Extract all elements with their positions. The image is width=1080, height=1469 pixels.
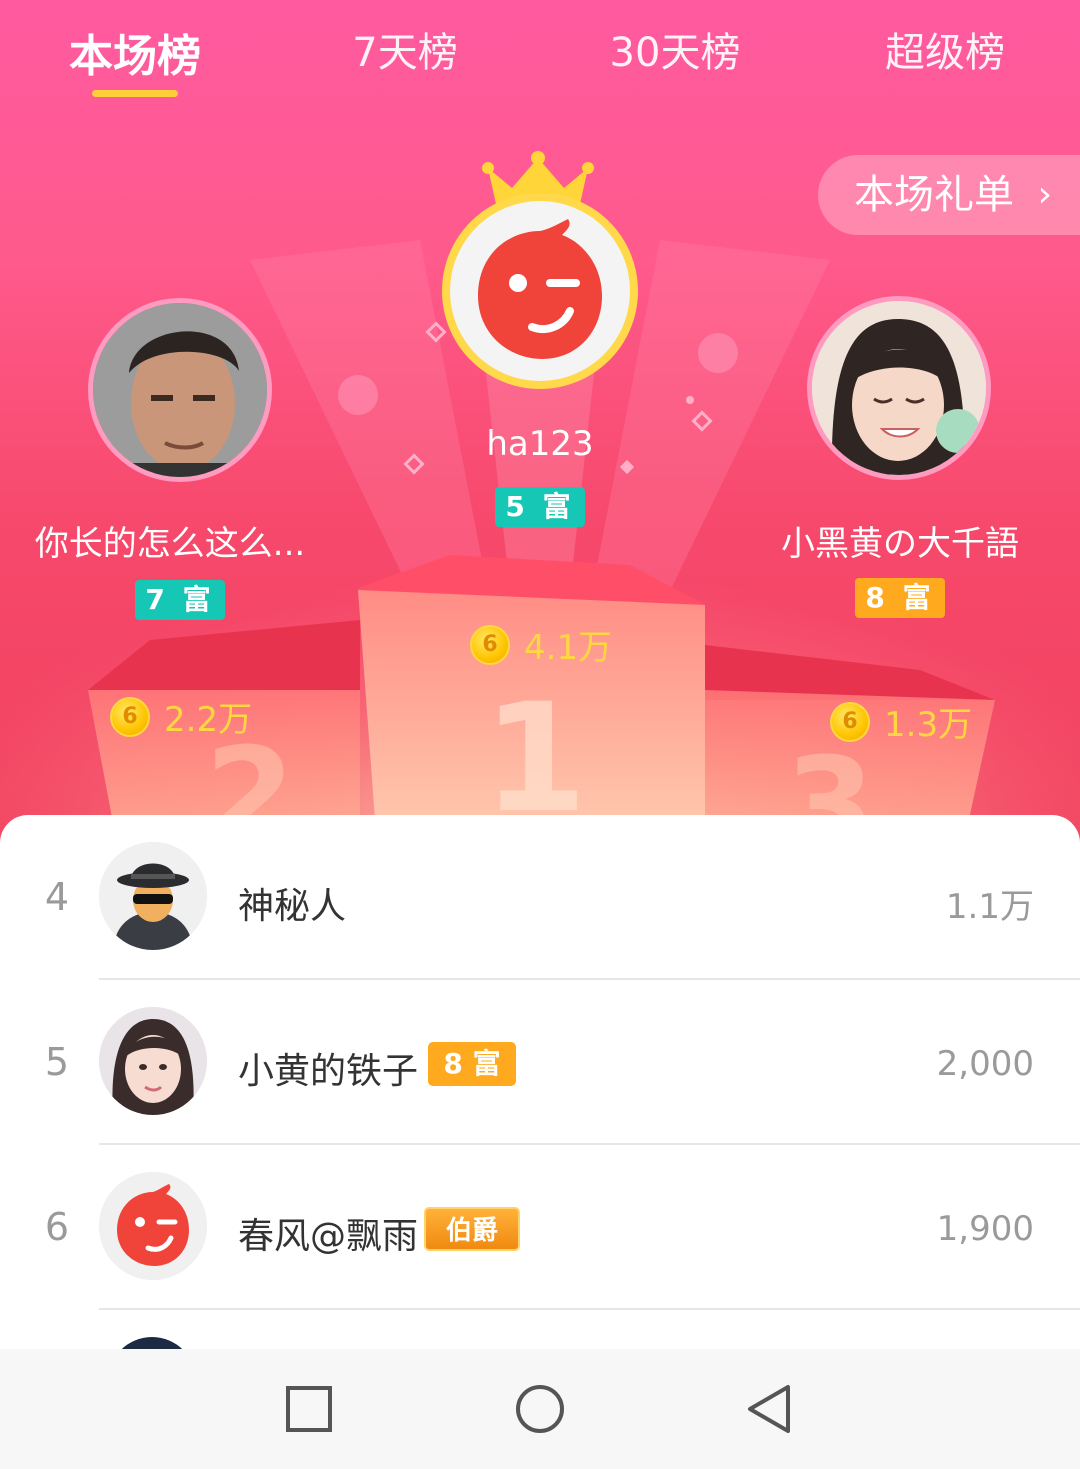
man-portrait-icon xyxy=(93,303,267,477)
default-red-avatar-icon xyxy=(478,219,602,359)
second-place-score-value: 2.2万 xyxy=(164,700,253,740)
girl-portrait-icon xyxy=(812,301,986,475)
third-place-name: 小黑黄の大千語 xyxy=(781,524,1019,564)
girl-avatar-icon xyxy=(99,1007,207,1115)
gift-list-button[interactable]: 本场礼单 › xyxy=(818,155,1080,235)
chevron-right-icon: › xyxy=(1037,174,1052,215)
third-place-wealth-badge: 8 富 xyxy=(855,578,945,618)
coin-icon: 6 xyxy=(830,701,870,742)
first-place-wealth-badge: 5 富 xyxy=(495,487,585,527)
user-name: 神秘人 xyxy=(238,886,347,927)
wealth-badge: 8 富 xyxy=(428,1042,516,1086)
user-name: 春风@飘雨 xyxy=(238,1216,419,1257)
contribution-value: 1,900 xyxy=(936,1209,1034,1249)
contribution-value: 2,000 xyxy=(936,1044,1034,1084)
first-place-avatar[interactable] xyxy=(450,201,630,381)
third-place-score: 6 1.3万 xyxy=(830,697,972,746)
ranking-list: 4 神秘人 1.1万 5 小黄的铁子 8 富 2,000 6 春风@飘雨 伯爵 … xyxy=(0,815,1080,1355)
list-item[interactable]: 5 小黄的铁子 8 富 2,000 xyxy=(0,980,1080,1145)
first-place-score: 6 4.1万 xyxy=(470,620,612,669)
default-red-avatar-icon xyxy=(99,1172,207,1280)
avatar[interactable] xyxy=(99,1172,207,1280)
list-item[interactable]: 4 神秘人 1.1万 xyxy=(0,815,1080,980)
coin-icon: 6 xyxy=(470,624,510,665)
recents-square-icon[interactable] xyxy=(279,1379,339,1439)
active-tab-indicator xyxy=(92,90,178,97)
gift-list-label: 本场礼单 xyxy=(854,172,1014,218)
second-place-score: 6 2.2万 xyxy=(110,692,252,741)
home-circle-icon[interactable] xyxy=(510,1379,570,1439)
second-place-name: 你长的怎么这么... xyxy=(34,524,306,564)
rank-number: 4 xyxy=(44,875,70,919)
third-place-avatar[interactable] xyxy=(812,301,986,475)
rank-number: 6 xyxy=(44,1205,70,1249)
coin-icon: 6 xyxy=(110,696,150,737)
second-place-avatar[interactable] xyxy=(93,303,267,477)
divider xyxy=(99,1308,1080,1310)
noble-badge: 伯爵 xyxy=(424,1207,520,1251)
ranking-hero: 2 3 1 本场榜 7天榜 30天榜 超级榜 本场礼单 › ha123 5 富 … xyxy=(0,0,1080,860)
back-triangle-icon[interactable] xyxy=(740,1379,800,1439)
list-item[interactable]: 6 春风@飘雨 伯爵 1,900 xyxy=(0,1145,1080,1310)
user-name: 小黄的铁子 xyxy=(238,1051,419,1092)
tab-this-show[interactable]: 本场榜 xyxy=(35,20,235,84)
tab-super[interactable]: 超级榜 xyxy=(845,20,1045,78)
rank-number: 5 xyxy=(44,1040,70,1084)
avatar[interactable] xyxy=(99,1007,207,1115)
contribution-value: 1.1万 xyxy=(945,887,1034,927)
third-place-score-value: 1.3万 xyxy=(884,705,973,745)
tab-30-days[interactable]: 30天榜 xyxy=(575,20,775,78)
tab-7-days[interactable]: 7天榜 xyxy=(305,20,505,78)
system-nav-bar xyxy=(0,1349,1080,1469)
ranking-tabs: 本场榜 7天榜 30天榜 超级榜 xyxy=(0,20,1080,110)
avatar[interactable] xyxy=(99,842,207,950)
first-place-score-value: 4.1万 xyxy=(524,628,613,668)
mystery-man-avatar-icon xyxy=(99,842,207,950)
first-place-name: ha123 xyxy=(486,424,594,464)
second-place-wealth-badge: 7 富 xyxy=(135,580,225,620)
